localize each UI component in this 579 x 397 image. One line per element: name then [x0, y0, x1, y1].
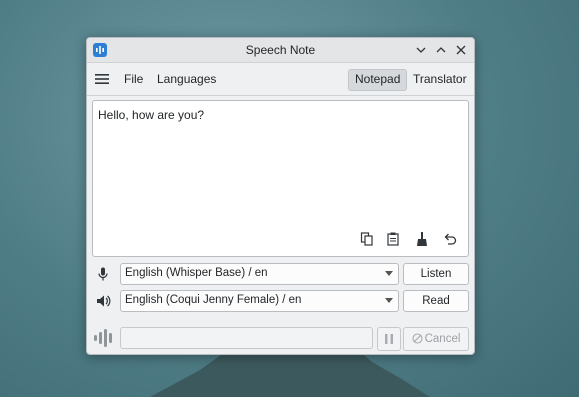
- note-text-area[interactable]: Hello, how are you?: [92, 100, 469, 257]
- maximize-icon[interactable]: [433, 42, 449, 58]
- pause-icon: [385, 334, 393, 344]
- read-button[interactable]: Read: [403, 290, 469, 312]
- note-text[interactable]: Hello, how are you?: [98, 108, 204, 122]
- menu-languages[interactable]: Languages: [157, 72, 216, 86]
- cancel-label: Cancel: [424, 333, 461, 345]
- hamburger-menu-icon[interactable]: [95, 72, 109, 86]
- minimize-icon[interactable]: [413, 42, 429, 58]
- chevron-down-icon: [385, 271, 393, 276]
- audio-level-icon: [93, 329, 115, 347]
- tab-notepad[interactable]: Notepad: [348, 69, 408, 91]
- chevron-down-icon: [385, 298, 393, 303]
- tts-model-value: English (Coqui Jenny Female) / en: [125, 294, 302, 306]
- copy-icon[interactable]: [359, 231, 375, 247]
- paste-icon[interactable]: [385, 231, 401, 247]
- cancel-icon: [412, 333, 423, 344]
- tts-model-select[interactable]: English (Coqui Jenny Female) / en: [120, 290, 399, 312]
- toolbar: File Languages Notepad Translator: [87, 63, 474, 96]
- stt-model-select[interactable]: English (Whisper Base) / en: [120, 263, 399, 285]
- tab-translator[interactable]: Translator: [407, 69, 473, 89]
- cancel-button[interactable]: Cancel: [403, 327, 469, 351]
- microphone-icon: [95, 266, 111, 282]
- stt-model-value: English (Whisper Base) / en: [125, 267, 268, 279]
- pause-button[interactable]: [377, 327, 401, 351]
- listen-button[interactable]: Listen: [403, 263, 469, 285]
- undo-icon[interactable]: [442, 231, 458, 247]
- speech-note-window: Speech Note File Languages Notepad Trans…: [86, 37, 475, 355]
- title-bar: Speech Note: [87, 38, 474, 63]
- clear-icon[interactable]: [414, 231, 430, 247]
- speaker-icon: [95, 293, 111, 309]
- status-progress-bar: [120, 327, 373, 349]
- menu-file[interactable]: File: [124, 72, 143, 86]
- close-icon[interactable]: [453, 42, 469, 58]
